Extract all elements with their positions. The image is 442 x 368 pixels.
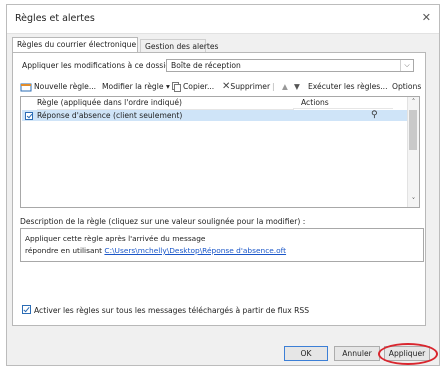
description-prefix: répondre en utilisant (25, 246, 105, 255)
separator: | (272, 82, 275, 91)
rules-toolbar: Nouvelle règle... Modifier la règle ▾ Co… (20, 80, 430, 94)
apply-button[interactable]: Appliquer (384, 346, 430, 361)
new-rule-icon (20, 83, 32, 92)
delete-label: Supprimer (230, 82, 271, 91)
folder-label: Appliquer les modifications à ce dossier… (22, 61, 179, 70)
template-link[interactable]: C:\Users\mchelly\Desktop\Réponse d'absen… (104, 246, 286, 255)
tab-email-rules[interactable]: Règles du courrier électronique (12, 37, 138, 53)
copy-button[interactable]: Copier... (172, 80, 214, 94)
copy-icon (172, 82, 181, 92)
scroll-down-icon[interactable]: ˅ (408, 196, 419, 207)
ok-button[interactable]: OK (284, 346, 328, 361)
rules-list: Règle (appliquée dans l'ordre indiqué) A… (20, 96, 420, 208)
modify-rule-label: Modifier la règle (102, 82, 164, 91)
chevron-down-icon[interactable]: ⌵ (400, 60, 413, 71)
scroll-up-icon[interactable]: ˄ (408, 97, 419, 108)
scroll-thumb[interactable] (409, 110, 417, 150)
tab-manage-alerts[interactable]: Gestion des alertes (140, 39, 219, 53)
rule-checkbox[interactable] (25, 112, 33, 120)
new-rule-label: Nouvelle règle... (34, 82, 97, 91)
copy-label: Copier... (183, 82, 215, 91)
close-icon[interactable]: ✕ (422, 11, 431, 24)
rule-name: Réponse d'absence (client seulement) (37, 111, 183, 120)
cancel-button[interactable]: Annuler (334, 346, 380, 361)
caret-down-icon: ▾ (163, 82, 170, 91)
move-up-icon[interactable]: ▲ (282, 80, 288, 94)
column-header-rule[interactable]: Règle (appliquée dans l'ordre indiqué) (37, 97, 294, 110)
options-button[interactable]: Options (392, 80, 421, 94)
delete-button[interactable]: ✕Supprimer (222, 80, 270, 94)
column-header-actions[interactable]: Actions (293, 97, 393, 109)
description-line-1: Appliquer cette règle après l'arrivée du… (25, 234, 206, 243)
title-bar: Règles et alertes ✕ (7, 5, 439, 34)
move-down-icon[interactable]: ▼ (294, 80, 300, 94)
folder-select[interactable]: Boîte de réception ⌵ (166, 59, 414, 72)
rss-label: Activer les règles sur tous les messages… (34, 306, 310, 315)
modify-rule-button[interactable]: Modifier la règle ▾ (102, 80, 170, 94)
description-label: Description de la règle (cliquez sur une… (20, 217, 306, 226)
run-rules-button[interactable]: Exécuter les règles... (308, 80, 387, 94)
description-line-2: répondre en utilisant C:\Users\mchelly\D… (25, 246, 286, 255)
rss-checkbox[interactable] (22, 305, 31, 314)
rule-description: Appliquer cette règle après l'arrivée du… (20, 228, 424, 262)
folder-value: Boîte de réception (171, 61, 241, 70)
scrollbar[interactable]: ˄ ˅ (407, 97, 419, 207)
window-title: Règles et alertes (15, 13, 95, 24)
reply-action-icon: ⚲ (371, 110, 378, 120)
new-rule-button[interactable]: Nouvelle règle... (20, 80, 96, 94)
